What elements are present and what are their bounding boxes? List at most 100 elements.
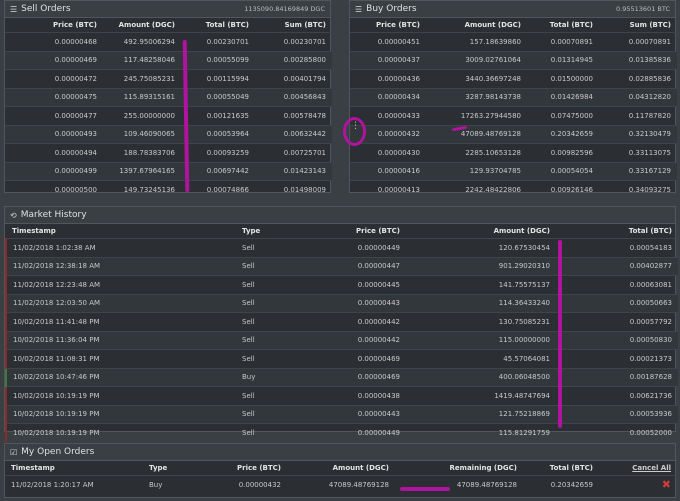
table-cell: 149.73245136 (103, 180, 181, 199)
column-header[interactable]: Amount (DGC) (406, 224, 556, 239)
column-header[interactable]: Amount (DGC) (287, 461, 395, 476)
table-row[interactable]: 0.00000436 3440.36697248 0.01500000 0.02885… (350, 69, 677, 88)
table-row[interactable]: 0.00000493 109.46090065 0.00053964 0.006324… (5, 124, 332, 144)
table-cell: 0.04312820 (599, 87, 677, 107)
table-cell: 0.02885836 (599, 69, 677, 88)
table-cell: 0.00000475 (5, 87, 103, 107)
table-row[interactable]: 0.00000499 1397.67964165 0.00697442 0.01423… (5, 161, 332, 181)
table-row[interactable]: 0.00000469 117.48258046 0.00055099 0.002858… (5, 50, 332, 70)
column-header[interactable]: Price (BTC) (201, 461, 287, 476)
table-row[interactable]: 11/02/2018 12:03:50 AM Sell 0.00000443 114.… (5, 293, 678, 313)
table-cell: 0.00050663 (556, 293, 678, 313)
column-header[interactable]: Remaining (DGC) (395, 461, 523, 476)
table-row[interactable]: 0.00000430 2285.10653128 0.00982596 0.33113… (350, 143, 677, 162)
market-history-header: ⟲ Market History (5, 207, 675, 224)
table-row[interactable]: 11/02/2018 12:38:18 AM Sell 0.00000447 901.… (5, 256, 678, 276)
table-row[interactable]: 0.00000416 129.93704785 0.00054054 0.331671… (350, 161, 677, 181)
table-cell: 0.11787820 (599, 106, 677, 125)
table-cell: 0.00052000 (556, 423, 678, 442)
table-row[interactable]: 10/02/2018 11:41:48 PM Sell 0.00000442 130.… (5, 312, 678, 331)
table-cell: 0.00093259 (181, 143, 255, 162)
table-cell: 47089.48769128 (426, 124, 527, 144)
column-header[interactable]: Price (BTC) (350, 18, 426, 33)
table-cell: 10/02/2018 11:36:04 PM (5, 330, 236, 350)
column-header[interactable]: Amount (DGC) (426, 18, 527, 33)
table-cell: 129.93704785 (426, 161, 527, 181)
table-row[interactable]: 11/02/2018 12:23:48 AM Sell 0.00000445 141.… (5, 275, 678, 294)
table-cell: 114.36433240 (406, 293, 556, 313)
column-header[interactable]: Total (BTC) (523, 461, 599, 476)
table-row[interactable]: 0.00000475 115.89315161 0.00055049 0.004568… (5, 87, 332, 107)
table-cell: 0.00578478 (255, 106, 332, 125)
column-header[interactable]: Timestamp (6, 224, 236, 239)
table-row[interactable]: 11/02/2018 1:20:17 AM Buy 0.00000432 47089.… (5, 475, 677, 494)
table-row[interactable]: 0.00000413 2242.48422806 0.00926146 0.34093… (350, 180, 677, 199)
table-cell: 11/02/2018 12:23:48 AM (5, 275, 236, 294)
buy-orders-total: 0.95513601 BTC (616, 5, 670, 13)
table-cell: 10/02/2018 10:19:19 PM (5, 404, 236, 424)
column-header[interactable]: Timestamp (5, 461, 143, 476)
table-cell: 0.32130479 (599, 124, 677, 144)
open-orders-panel: ☑ My Open Orders Timestamp Type Price (BTC… (4, 443, 677, 498)
table-row[interactable]: 10/02/2018 10:19:19 PM Sell 0.00000449 115.… (5, 423, 678, 442)
table-row[interactable]: 0.00000500 149.73245136 0.00074866 0.014980… (5, 180, 332, 199)
table-cell: 2242.48422806 (426, 180, 527, 199)
table-row[interactable]: 10/02/2018 10:47:46 PM Buy 0.00000469 400.0… (5, 367, 678, 387)
table-cell: 901.29020310 (406, 256, 556, 276)
table-row[interactable]: 0.00000472 245.75085231 0.00115994 0.004017… (5, 69, 332, 88)
table-row[interactable]: 0.00000433 17263.27944580 0.07475000 0.1178… (350, 106, 677, 125)
table-row[interactable]: 10/02/2018 10:19:19 PM Sell 0.00000438 1419… (5, 386, 678, 405)
table-cell: Sell (236, 275, 321, 294)
table-cell: 0.00000493 (5, 124, 103, 144)
annotation-stroke-history (558, 240, 562, 428)
table-row[interactable]: 0.00000468 492.95006294 0.00230701 0.002307… (5, 32, 332, 51)
table-row[interactable]: 0.00000451 157.18639860 0.00070891 0.000708… (350, 32, 677, 51)
table-cell: 117.48258046 (103, 50, 181, 70)
table-cell: 2285.10653128 (426, 143, 527, 162)
table-cell: 0.01426984 (527, 87, 599, 107)
market-history-title: Market History (20, 210, 87, 220)
column-header[interactable]: Price (BTC) (321, 224, 406, 239)
table-row[interactable]: 0.00000432 47089.48769128 0.20342659 0.3213… (350, 124, 677, 144)
column-header[interactable]: Price (BTC) (5, 18, 103, 33)
delete-icon[interactable]: ✖ (662, 478, 671, 491)
table-cell: 0.00000443 (321, 404, 406, 424)
column-header[interactable]: Sum (BTC) (599, 18, 677, 33)
column-header[interactable]: Sum (BTC) (255, 18, 332, 33)
column-header[interactable]: Total (BTC) (181, 18, 255, 33)
table-row[interactable]: 10/02/2018 11:08:31 PM Sell 0.00000469 45.5… (5, 349, 678, 368)
table-row[interactable]: 11/02/2018 1:02:38 AM Sell 0.00000449 120.6… (5, 238, 678, 257)
sell-orders-table: Price (BTC) Amount (DGC) Total (BTC) Sum (B… (5, 18, 332, 199)
table-cell: 3287.98143738 (426, 87, 527, 107)
table-cell: 0.00053964 (181, 124, 255, 144)
table-cell: 0.00000438 (321, 386, 406, 405)
column-header[interactable]: Amount (DGC) (103, 18, 181, 33)
table-cell: 0.00121635 (181, 106, 255, 125)
table-cell: 3009.02761064 (426, 50, 527, 70)
history-icon: ⟲ (10, 210, 17, 220)
table-cell: Sell (236, 330, 321, 350)
table-cell: 0.01385836 (599, 50, 677, 70)
table-cell: Sell (236, 312, 321, 331)
column-header[interactable]: Total (BTC) (527, 18, 599, 33)
table-cell: 0.34093275 (599, 180, 677, 199)
column-header[interactable]: Total (BTC) (556, 224, 678, 239)
table-cell: 0.00000499 (5, 161, 103, 181)
table-cell: 0.00000477 (5, 106, 103, 125)
table-row[interactable]: 0.00000434 3287.98143738 0.01426984 0.04312… (350, 87, 677, 107)
table-row[interactable]: 0.00000494 188.78383706 0.00093259 0.007257… (5, 143, 332, 162)
table-cell: 400.06048500 (406, 367, 556, 387)
table-cell: 0.00000451 (350, 32, 426, 51)
table-cell: 0.00053936 (556, 404, 678, 424)
kebab-menu-icon[interactable]: ⋮ (351, 122, 360, 131)
cancel-all-button[interactable]: Cancel All (599, 461, 677, 476)
table-row[interactable]: 0.00000437 3009.02761064 0.01314945 0.01385… (350, 50, 677, 70)
column-header[interactable]: Type (143, 461, 201, 476)
table-cell: 0.00402877 (556, 256, 678, 276)
table-row[interactable]: 0.00000477 255.00000000 0.00121635 0.005784… (5, 106, 332, 125)
table-cell: 141.75575137 (406, 275, 556, 294)
column-header[interactable]: Type (236, 224, 321, 239)
table-row[interactable]: 10/02/2018 10:19:19 PM Sell 0.00000443 121.… (5, 404, 678, 424)
table-cell: Sell (236, 293, 321, 313)
table-row[interactable]: 10/02/2018 11:36:04 PM Sell 0.00000442 115.… (5, 330, 678, 350)
